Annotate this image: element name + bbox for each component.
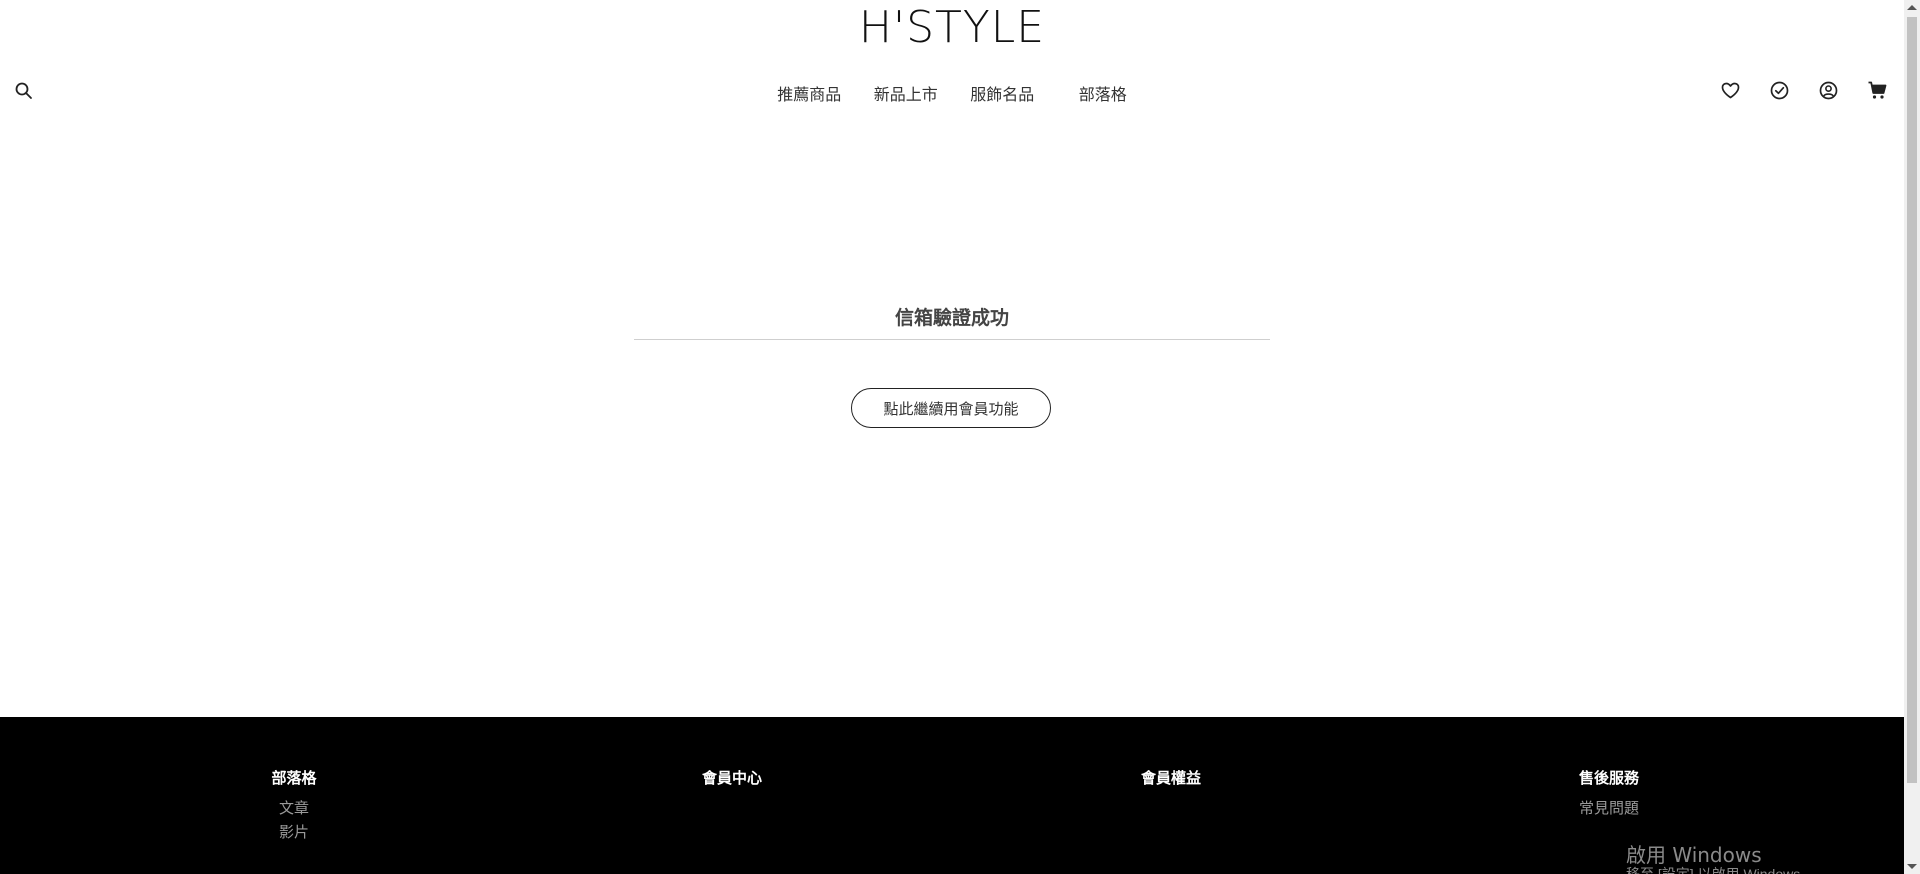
nav-item-blog[interactable]: 部落格 — [1079, 81, 1127, 105]
user-icon[interactable] — [1818, 80, 1839, 101]
site-logo[interactable]: H'STYLE — [0, 2, 1904, 53]
scroll-up-icon[interactable] — [1907, 5, 1917, 10]
heart-icon[interactable] — [1720, 80, 1741, 101]
footer-col-after-sales: 售後服務 常見問題 — [1577, 767, 1641, 821]
footer-heading-blog[interactable]: 部落格 — [270, 767, 318, 788]
footer-heading-after-sales[interactable]: 售後服務 — [1577, 767, 1641, 788]
nav-item-new-arrivals[interactable]: 新品上市 — [874, 81, 938, 105]
page: H'STYLE 推薦商品 新品上市 服飾名品 部落格 信箱驗證成功 點此繼續用會… — [0, 0, 1920, 874]
title-divider — [634, 339, 1270, 340]
footer-link-faq[interactable]: 常見問題 — [1577, 797, 1641, 821]
footer-link-videos[interactable]: 影片 — [270, 821, 318, 845]
nav-item-apparel[interactable]: 服飾名品 — [970, 81, 1034, 105]
scrollbar[interactable] — [1904, 0, 1920, 874]
footer-col-member-benefits: 會員權益 — [1139, 767, 1203, 797]
footer-col-blog: 部落格 文章 影片 — [270, 767, 318, 845]
header-actions — [1720, 80, 1888, 101]
site-footer: 部落格 文章 影片 會員中心 會員權益 售後服務 常見問題 — [0, 717, 1904, 874]
windows-activation-subtitle: 移至 [設定] 以啟用 Windows。 — [1626, 866, 1815, 874]
footer-col-member-center: 會員中心 — [700, 767, 764, 797]
footer-heading-member-center[interactable]: 會員中心 — [700, 767, 764, 788]
scroll-thumb[interactable] — [1907, 17, 1917, 783]
scroll-down-icon[interactable] — [1907, 864, 1917, 869]
cart-icon[interactable] — [1867, 80, 1888, 101]
footer-link-articles[interactable]: 文章 — [270, 797, 318, 821]
main-nav: 推薦商品 新品上市 服飾名品 部落格 — [0, 81, 1904, 105]
footer-heading-member-benefits[interactable]: 會員權益 — [1139, 767, 1203, 788]
page-title: 信箱驗證成功 — [894, 308, 1009, 329]
nav-item-recommended[interactable]: 推薦商品 — [777, 81, 841, 105]
check-circle-icon[interactable] — [1769, 80, 1790, 101]
continue-member-button[interactable]: 點此繼續用會員功能 — [851, 388, 1051, 428]
